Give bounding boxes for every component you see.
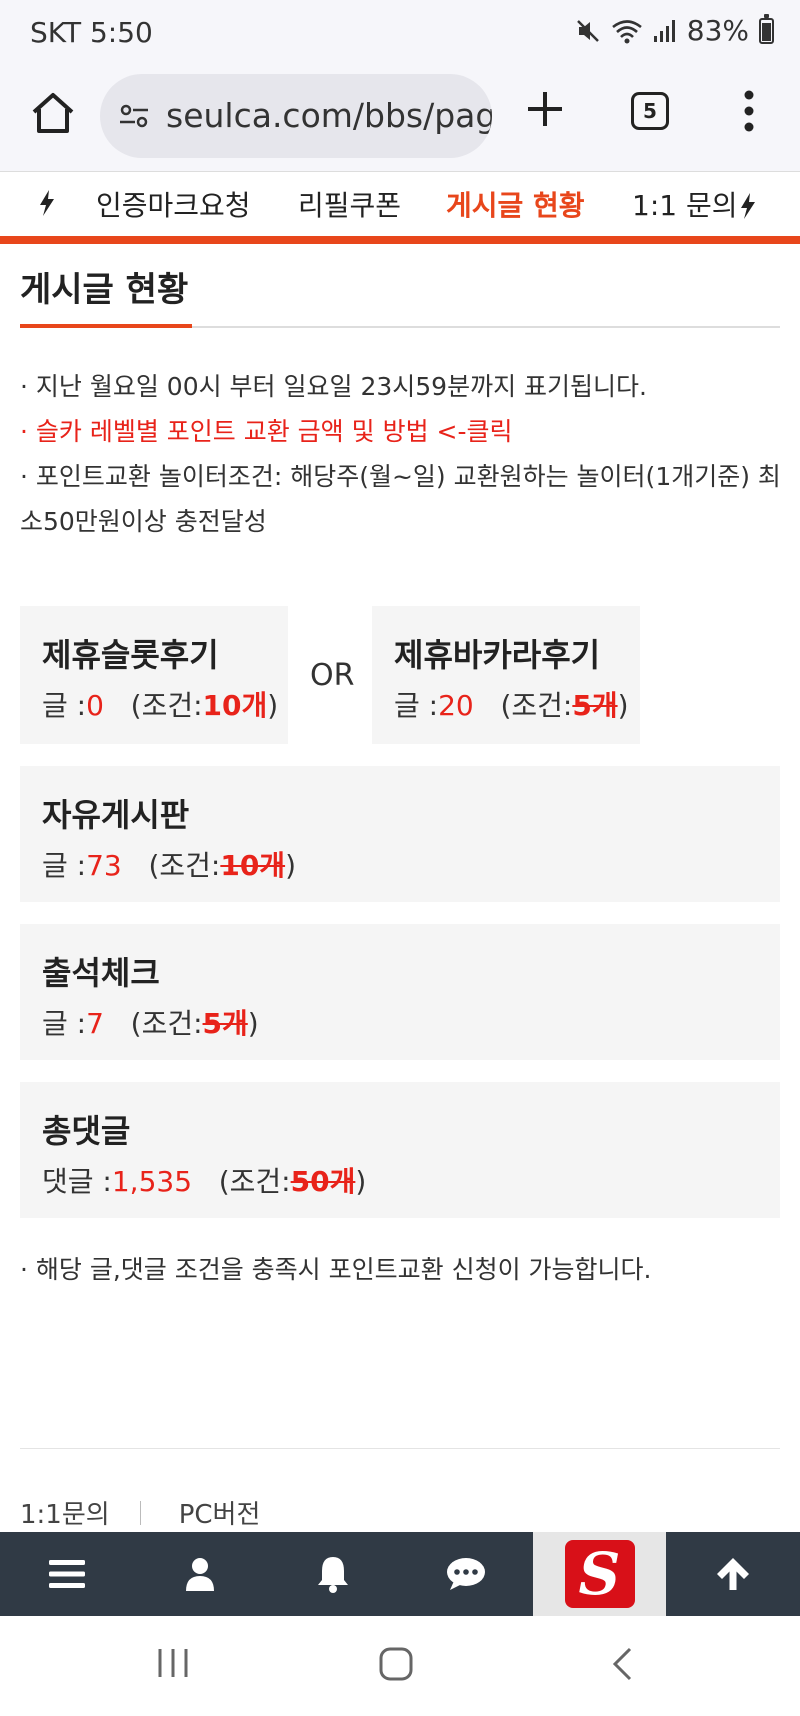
footer-separator [139,1500,141,1525]
home-icon[interactable] [30,90,76,136]
site-settings-icon[interactable] [118,100,150,132]
url-text: seulca.com/bbs/page [166,96,492,135]
footer-link-pc-version[interactable]: PC버전 [179,1494,261,1531]
browser-toolbar: seulca.com/bbs/page 5 [0,68,800,172]
user-icon [185,1558,214,1591]
condition-prefix: (조건: [218,1165,291,1198]
count-value: 73 [86,849,122,882]
board-title: 제휴슬롯후기 [42,636,219,674]
tab-post-status[interactable]: 게시글 현황 [446,184,585,224]
footer-note: · 해당 글,댓글 조건을 충족시 포인트교환 신청이 가능합니다. [20,1255,652,1284]
condition-suffix: ) [355,1165,367,1198]
board-count-line: 글 :0 (조건:10개) [42,684,278,724]
tab-inquiry-label: 1:1 문의 [632,189,738,222]
bell-icon [317,1557,348,1593]
new-tab-icon[interactable] [524,88,566,130]
footer-divider [20,1448,780,1449]
tab-certification-request[interactable]: 인증마크요청 [96,184,251,224]
battery-icon [759,13,774,44]
nav-home-logo-button[interactable]: S [533,1532,666,1616]
nav-scroll-top-button[interactable] [666,1532,799,1616]
board-count-line: 댓글 :1,535 (조건:50개) [42,1160,366,1200]
hamburger-icon [48,1560,85,1588]
board-title: 제휴바카라후기 [394,636,601,674]
nav-profile-button[interactable] [133,1532,266,1616]
arrow-up-icon [716,1558,749,1590]
tab-inquiry[interactable]: 1:1 문의 [632,184,757,224]
site-logo: S [564,1540,635,1608]
note-period: · 지난 월요일 00시 부터 일요일 23시59분까지 표기됩니다. [20,372,647,401]
condition-prefix: (조건: [130,689,203,722]
note-exchange-link[interactable]: · 슬카 레벨별 포인트 교환 금액 및 방법 <-클릭 [20,409,782,454]
condition-value: 10개 [220,849,286,882]
nav-menu-button[interactable] [0,1532,133,1616]
board-title: 출석체크 [42,954,160,992]
count-value: 7 [86,1007,104,1040]
bottom-app-nav: S [0,1532,800,1616]
lightning-icon [741,193,756,219]
tab-switcher-button[interactable]: 5 [631,92,669,130]
mute-icon [576,19,599,42]
board-nav-tabs: 인증마크요청 리필쿠폰 게시글 현황 1:1 문의 [0,172,800,238]
title-accent-bar [20,324,192,328]
or-label: OR [310,658,355,693]
url-bar[interactable]: seulca.com/bbs/page [100,74,492,158]
nav-chat-button[interactable] [399,1532,532,1616]
condition-suffix: ) [285,849,297,882]
condition-suffix: ) [247,1007,259,1040]
count-label: 글 : [42,689,87,722]
nav-underline [0,236,800,244]
nav-notifications-button[interactable] [266,1532,399,1616]
condition-suffix: ) [617,689,629,722]
status-icons: 83% [575,13,774,47]
count-label: 글 : [42,1007,87,1040]
system-nav-bar [0,1616,800,1716]
board-title: 총댓글 [42,1112,131,1150]
condition-value: 5개 [202,1007,248,1040]
wifi-icon [611,19,642,43]
more-menu-icon[interactable] [738,88,760,134]
board-count-line: 글 :7 (조건:5개) [42,1002,259,1042]
count-label: 글 : [42,849,87,882]
condition-prefix: (조건: [500,689,573,722]
footer-links: 1:1문의 PC버전 [20,1494,260,1531]
back-icon[interactable] [610,1646,634,1682]
condition-value: 50개 [290,1165,356,1198]
condition-suffix: ) [267,689,279,722]
count-label: 댓글 : [42,1165,112,1198]
page-title: 게시글 현황 [20,270,189,310]
condition-prefix: (조건: [130,1007,203,1040]
notes: · 지난 월요일 00시 부터 일요일 23시59분까지 표기됩니다. · 슬카… [20,364,782,544]
status-bar: SKT 5:50 83% [0,0,800,68]
lightning-icon [40,190,54,216]
board-count-line: 글 :20 (조건:5개) [394,684,629,724]
board-card-slot-review: 제휴슬롯후기 글 :0 (조건:10개) [20,606,288,744]
home-nav-icon[interactable] [378,1646,414,1682]
board-card-free-board: 자유게시판 글 :73 (조건:10개) [20,766,780,902]
condition-value: 10개 [202,689,268,722]
count-value: 0 [86,689,104,722]
condition-value: 5개 [572,689,618,722]
note-condition: · 포인트교환 놀이터조건: 해당주(월~일) 교환원하는 놀이터(1개기준) … [20,462,781,536]
footer-link-inquiry[interactable]: 1:1문의 [20,1494,110,1531]
recent-apps-icon[interactable] [156,1646,190,1680]
count-label: 글 : [394,689,439,722]
signal-icon [653,19,675,42]
tab-refill-coupon[interactable]: 리필쿠폰 [298,184,401,224]
count-value: 20 [438,689,474,722]
count-value: 1,535 [111,1165,193,1198]
board-title: 자유게시판 [42,796,190,834]
status-carrier-time: SKT 5:50 [30,16,153,49]
chat-icon [446,1558,485,1590]
condition-prefix: (조건: [148,849,221,882]
battery-percent: 83% [686,14,749,47]
board-card-attendance: 출석체크 글 :7 (조건:5개) [20,924,780,1060]
board-card-baccarat-review: 제휴바카라후기 글 :20 (조건:5개) [372,606,640,744]
board-count-line: 글 :73 (조건:10개) [42,844,296,884]
board-card-total-comments: 총댓글 댓글 :1,535 (조건:50개) [20,1082,780,1218]
